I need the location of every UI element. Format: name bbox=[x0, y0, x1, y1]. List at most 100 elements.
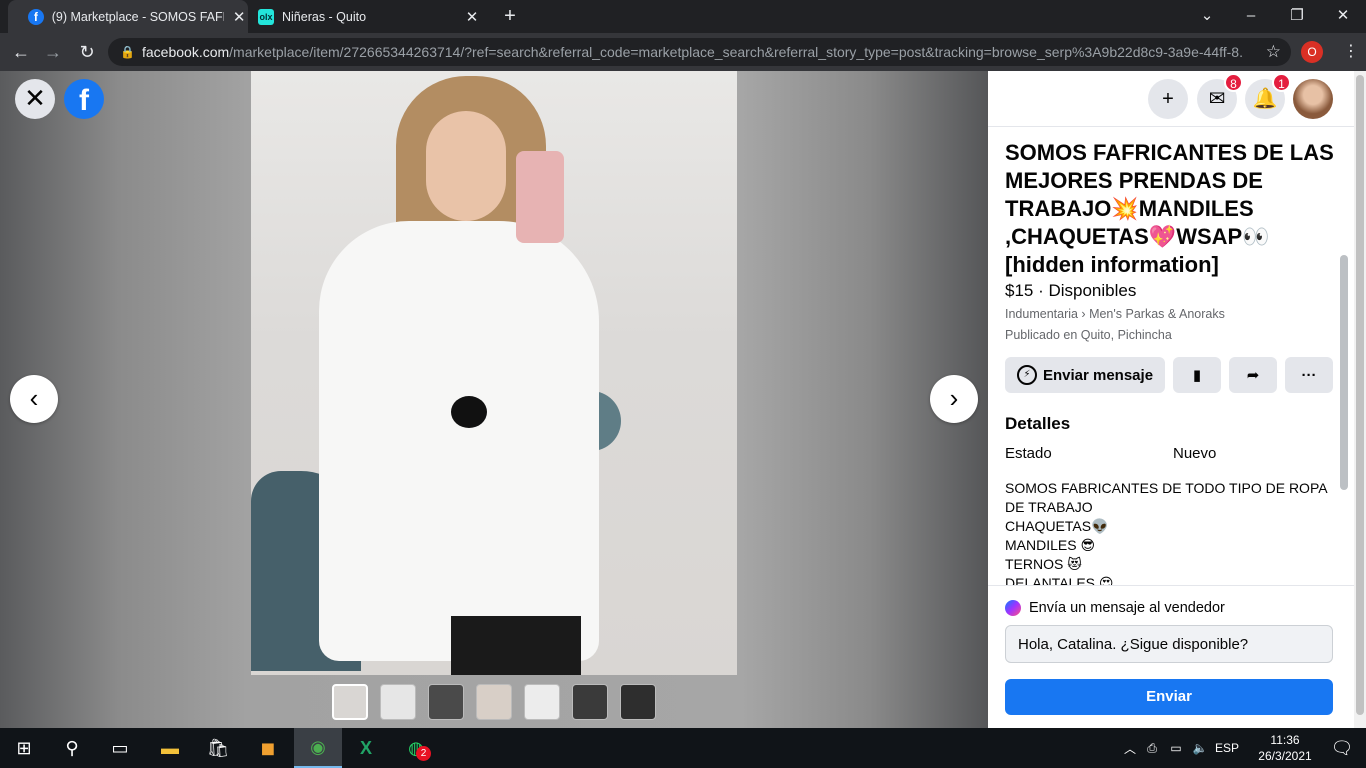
message-seller-box: Envía un mensaje al vendedor Enviar bbox=[988, 585, 1366, 728]
windows-taskbar: ⊞ ⚲ ▭ ▬ 🛍 ◼ ◉ X ◍ 2 ︿ ⎙ ▭ 🔈 ESP 11:36 26… bbox=[0, 728, 1366, 768]
thumbnail[interactable] bbox=[428, 684, 464, 720]
clock[interactable]: 11:36 26/3/2021 bbox=[1253, 732, 1317, 764]
messenger-badge: 8 bbox=[1224, 73, 1243, 92]
send-button[interactable]: Enviar bbox=[1005, 679, 1333, 715]
notifications-button[interactable]: 🔔 1 bbox=[1245, 73, 1291, 119]
description-line: CHAQUETAS👽 bbox=[1005, 518, 1109, 534]
listing-category[interactable]: Indumentaria › Men's Parkas & Anoraks bbox=[1005, 307, 1225, 321]
browser-tab-strip: f (9) Marketplace - SOMOS FAFRICANTES ✕ … bbox=[0, 0, 1366, 33]
lock-icon[interactable]: 🔒 bbox=[120, 45, 135, 59]
thumbnail-strip bbox=[332, 684, 656, 720]
minimize-button[interactable]: – bbox=[1228, 0, 1274, 33]
language-indicator[interactable]: ESP bbox=[1212, 741, 1242, 755]
whatsapp-badge: 2 bbox=[416, 746, 431, 761]
back-button[interactable]: ← bbox=[10, 41, 32, 63]
excel-icon: X bbox=[359, 737, 372, 758]
close-viewer-button[interactable]: ✕ bbox=[15, 79, 55, 119]
message-seller-heading: Envía un mensaje al vendedor bbox=[1005, 600, 1225, 616]
description-line: MANDILES 😎 bbox=[1005, 537, 1096, 553]
forward-button[interactable]: → bbox=[42, 41, 64, 63]
browser-menu-icon[interactable]: ⋮ bbox=[1343, 41, 1359, 63]
thumbnail[interactable] bbox=[572, 684, 608, 720]
browser-profile-avatar[interactable]: O bbox=[1301, 41, 1323, 63]
notifications-badge: 1 bbox=[1272, 73, 1291, 92]
search-icon: ⚲ bbox=[65, 737, 79, 758]
share-button[interactable]: ➦ bbox=[1229, 357, 1277, 393]
create-button[interactable]: + bbox=[1148, 79, 1188, 119]
notification-icon: 🗨 bbox=[1330, 737, 1354, 758]
description-line: SOMOS FABRICANTES DE TODO TIPO DE ROPA D… bbox=[1005, 480, 1327, 515]
battery-icon[interactable]: ▭ bbox=[1164, 741, 1188, 755]
chrome-icon: ◉ bbox=[310, 736, 326, 757]
maximize-button[interactable]: ❐ bbox=[1274, 0, 1320, 33]
start-button[interactable]: ⊞ bbox=[0, 728, 48, 768]
next-photo-button[interactable]: › bbox=[930, 375, 978, 423]
photo-viewer: ✕ f ‹ › bbox=[0, 71, 988, 728]
listing-details-panel: + ✉ 8 🔔 1 SOMOS FAFRICANTES DE LAS MEJOR… bbox=[988, 71, 1366, 728]
thumbnail[interactable] bbox=[380, 684, 416, 720]
omnibox[interactable]: 🔒 facebook.com/marketplace/item/27266534… bbox=[108, 38, 1291, 66]
tab-search-icon[interactable]: ⌄ bbox=[1184, 0, 1230, 33]
chrome-button[interactable]: ◉ bbox=[294, 728, 342, 768]
store-button[interactable]: 🛍 bbox=[194, 728, 242, 768]
tab-marketplace[interactable]: f (9) Marketplace - SOMOS FAFRICANTES ✕ bbox=[8, 0, 248, 33]
facebook-logo-icon[interactable]: f bbox=[64, 79, 104, 119]
listing-photo bbox=[251, 71, 737, 675]
url-text[interactable]: facebook.com/marketplace/item/2726653442… bbox=[142, 44, 1242, 60]
more-options-button[interactable]: ··· bbox=[1285, 357, 1333, 393]
tab-title: Niñeras - Quito bbox=[282, 9, 367, 24]
system-tray: ︿ ⎙ ▭ 🔈 ESP bbox=[1120, 728, 1242, 768]
thumbnail[interactable] bbox=[332, 684, 368, 720]
facebook-icon: f bbox=[28, 8, 44, 25]
task-view-button[interactable]: ▭ bbox=[96, 728, 144, 768]
description-line: DELANTALES 😍 bbox=[1005, 575, 1114, 585]
condition-label: Estado bbox=[1005, 445, 1052, 462]
notifications-center-button[interactable]: 🗨 bbox=[1318, 728, 1366, 768]
close-window-button[interactable]: ✕ bbox=[1320, 0, 1366, 33]
task-view-icon: ▭ bbox=[111, 737, 129, 758]
whatsapp-button[interactable]: ◍ 2 bbox=[392, 728, 440, 768]
thumbnail[interactable] bbox=[620, 684, 656, 720]
listing-title: SOMOS FAFRICANTES DE LAS MEJORES PRENDAS… bbox=[1005, 140, 1334, 277]
olx-icon: olx bbox=[258, 8, 274, 25]
reload-button[interactable]: ↻ bbox=[76, 41, 98, 63]
page-scrollbar[interactable] bbox=[1354, 71, 1366, 728]
listing-price: $15 · Disponibles bbox=[1005, 281, 1137, 300]
bookmark-icon: ▮ bbox=[1192, 367, 1202, 384]
listing-scroll-area[interactable]: SOMOS FAFRICANTES DE LAS MEJORES PRENDAS… bbox=[988, 127, 1350, 585]
save-button[interactable]: ▮ bbox=[1173, 357, 1221, 393]
thumbnail[interactable] bbox=[524, 684, 560, 720]
message-input[interactable] bbox=[1005, 625, 1333, 663]
tab-title: (9) Marketplace - SOMOS FAFRICANTES bbox=[51, 9, 224, 24]
search-button[interactable]: ⚲ bbox=[48, 728, 96, 768]
bell-icon: 🔔 bbox=[1252, 88, 1278, 110]
bookmark-star-icon[interactable]: ☆ bbox=[1266, 42, 1281, 62]
description-line: TERNOS 😻 bbox=[1005, 556, 1082, 572]
app-button[interactable]: ◼ bbox=[244, 728, 292, 768]
messenger-button[interactable]: ✉ 8 bbox=[1197, 73, 1243, 119]
new-tab-button[interactable]: + bbox=[500, 6, 520, 26]
file-explorer-button[interactable]: ▬ bbox=[146, 728, 194, 768]
excel-button[interactable]: X bbox=[342, 728, 390, 768]
chevron-up-icon[interactable]: ︿ bbox=[1120, 740, 1140, 757]
previous-photo-button[interactable]: ‹ bbox=[10, 375, 58, 423]
listing-actions: ⚡ Enviar mensaje ▮ ➦ ··· bbox=[1005, 357, 1333, 393]
messenger-icon bbox=[1005, 600, 1021, 616]
thumbnail[interactable] bbox=[476, 684, 512, 720]
account-avatar[interactable] bbox=[1293, 79, 1333, 119]
more-icon: ··· bbox=[1301, 366, 1317, 384]
details-heading: Detalles bbox=[1005, 414, 1071, 433]
network-icon[interactable]: ⎙ bbox=[1140, 741, 1164, 756]
volume-icon[interactable]: 🔈 bbox=[1188, 741, 1212, 755]
messenger-icon: ⚡ bbox=[1016, 365, 1037, 385]
windows-icon: ⊞ bbox=[16, 737, 32, 758]
folder-icon: ▬ bbox=[161, 737, 179, 758]
panel-scrollbar[interactable] bbox=[1340, 255, 1348, 490]
store-icon: 🛍 bbox=[206, 737, 230, 758]
clock-date: 26/3/2021 bbox=[1258, 749, 1312, 763]
listing-location[interactable]: Publicado en Quito, Pichincha bbox=[1005, 328, 1172, 342]
close-tab-icon[interactable]: ✕ bbox=[463, 8, 481, 26]
tab-nineras[interactable]: olx Niñeras - Quito ✕ bbox=[238, 0, 488, 33]
send-message-button[interactable]: ⚡ Enviar mensaje bbox=[1005, 357, 1165, 393]
clock-time: 11:36 bbox=[1270, 733, 1300, 747]
